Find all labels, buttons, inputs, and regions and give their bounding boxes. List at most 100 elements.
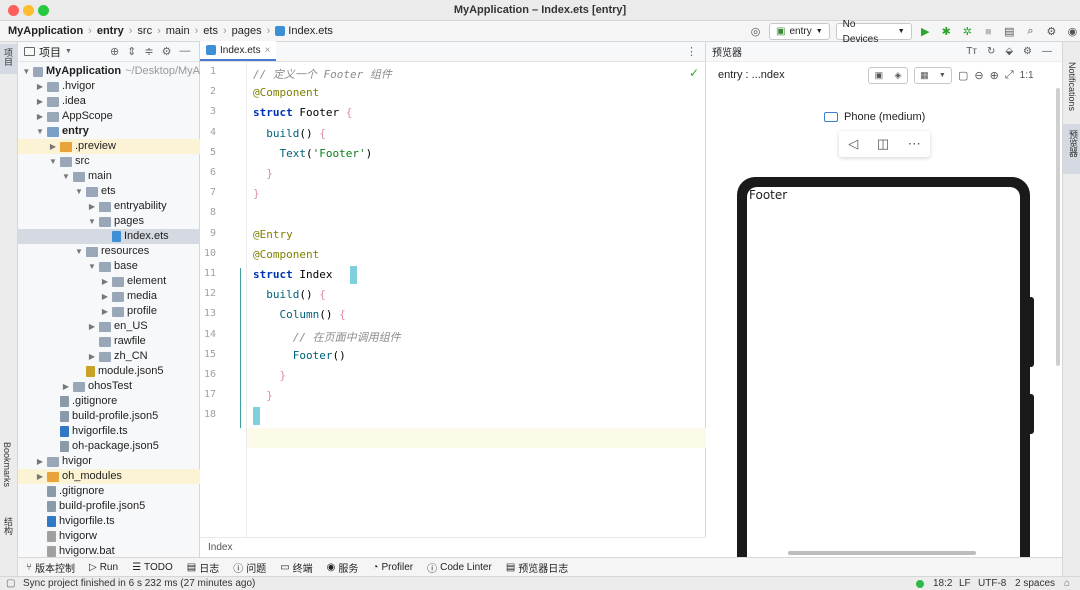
breadcrumb-item[interactable]: Index.ets bbox=[288, 25, 333, 37]
problems-button[interactable]: ⓘ 问题 bbox=[233, 560, 266, 575]
gear-icon[interactable]: ⚙ bbox=[162, 45, 172, 58]
tree-item[interactable]: ▼ MyApplication ~/Desktop/MyA bbox=[18, 64, 200, 79]
tree-item[interactable]: .gitignore bbox=[18, 484, 200, 499]
locate-icon[interactable]: ⊕ bbox=[110, 45, 119, 58]
tree-item[interactable]: Index.ets bbox=[18, 229, 200, 244]
device-manager-icon[interactable]: ▤ bbox=[1002, 24, 1017, 40]
collapse-all-icon[interactable]: ≑ bbox=[144, 45, 153, 58]
multi-device-select[interactable]: ▦ ▼ bbox=[914, 67, 952, 84]
code-linter-button[interactable]: ⓘ Code Linter bbox=[427, 560, 492, 575]
profiler-button[interactable]: ◔ Profiler bbox=[372, 562, 413, 573]
terminal-button[interactable]: ▭ 终端 bbox=[280, 560, 312, 575]
zoom-out-icon[interactable]: ⊖ bbox=[974, 69, 983, 82]
tree-item[interactable]: ▼ main bbox=[18, 169, 200, 184]
tree-item[interactable]: hvigorw bbox=[18, 529, 200, 544]
gear-icon[interactable]: ⚙ bbox=[1023, 46, 1032, 57]
fit-screen-icon[interactable]: ▢ bbox=[958, 69, 968, 82]
chevron-down-icon[interactable]: ▼ bbox=[22, 64, 31, 79]
previewer-log-button[interactable]: ▤ 预览器日志 bbox=[506, 560, 568, 575]
services-button[interactable]: ◉ 服务 bbox=[327, 560, 359, 575]
horizontal-scrollbar[interactable] bbox=[788, 551, 976, 555]
tree-item[interactable]: ▶ profile bbox=[18, 304, 200, 319]
chevron-right-icon[interactable]: ▶ bbox=[100, 274, 110, 289]
tree-item[interactable]: build-profile.json5 bbox=[18, 499, 200, 514]
fold-icon[interactable]: ◫ bbox=[877, 136, 889, 152]
tree-item[interactable]: .gitignore bbox=[18, 394, 200, 409]
breadcrumb-item[interactable]: ets bbox=[203, 25, 218, 37]
tree-item[interactable]: rawfile bbox=[18, 334, 200, 349]
tree-item[interactable]: ▼ ets bbox=[18, 184, 200, 199]
breadcrumb-item[interactable]: src bbox=[137, 25, 152, 37]
structure-tool-button[interactable]: 结构 bbox=[2, 517, 15, 535]
settings-icon[interactable]: ⚙ bbox=[1044, 24, 1059, 40]
chevron-right-icon[interactable]: ▶ bbox=[48, 139, 58, 154]
profile-icon[interactable]: ✲ bbox=[960, 24, 975, 40]
chevron-down-icon[interactable]: ▼ bbox=[87, 214, 97, 229]
file-encoding[interactable]: UTF-8 bbox=[978, 577, 1006, 590]
chevron-right-icon[interactable]: ▶ bbox=[35, 109, 45, 124]
tree-item[interactable]: module.json5 bbox=[18, 364, 200, 379]
chevron-right-icon[interactable]: ▶ bbox=[100, 304, 110, 319]
expand-all-icon[interactable]: ⇕ bbox=[127, 45, 136, 58]
log-button[interactable]: ▤ 日志 bbox=[187, 560, 219, 575]
breadcrumb-item[interactable]: main bbox=[166, 25, 190, 37]
chevron-right-icon[interactable]: ▶ bbox=[87, 199, 97, 214]
target-icon[interactable]: ◎ bbox=[748, 24, 763, 40]
tree-item[interactable]: ▶ hvigor bbox=[18, 454, 200, 469]
code-line[interactable]: } bbox=[253, 369, 287, 382]
font-size-icon[interactable]: Tт bbox=[966, 46, 977, 57]
tab-index-ets[interactable]: Index.ets × bbox=[200, 41, 277, 61]
tree-item[interactable]: ▼ src bbox=[18, 154, 200, 169]
code-line[interactable]: } bbox=[253, 167, 273, 180]
run-button[interactable]: ▷ Run bbox=[89, 562, 118, 573]
status-message[interactable]: Sync project finished in 6 s 232 ms (27 … bbox=[23, 577, 255, 590]
line-separator[interactable]: LF bbox=[959, 577, 971, 590]
code-line[interactable]: build() { bbox=[253, 288, 326, 301]
chevron-down-icon[interactable]: ▼ bbox=[74, 184, 84, 199]
search-icon[interactable]: ⌕ bbox=[1023, 24, 1038, 40]
chevron-right-icon[interactable]: ▶ bbox=[87, 319, 97, 334]
code-line[interactable]: build() { bbox=[253, 127, 326, 140]
chevron-down-icon[interactable]: ▼ bbox=[35, 124, 45, 139]
breadcrumb-item[interactable]: pages bbox=[232, 25, 262, 37]
previewer-tool-button[interactable]: 预览器 bbox=[1063, 124, 1080, 174]
phone-screen[interactable]: Footer bbox=[747, 187, 1020, 582]
assistant-icon[interactable]: ◉ bbox=[1065, 24, 1080, 40]
run-icon[interactable]: ▶ bbox=[918, 24, 933, 40]
indent-setting[interactable]: 2 spaces bbox=[1015, 577, 1055, 590]
code-line[interactable]: @Entry bbox=[253, 228, 293, 241]
code-line[interactable]: Column() { bbox=[253, 308, 346, 321]
bookmarks-tool-button[interactable]: Bookmarks bbox=[2, 442, 12, 487]
chevron-down-icon[interactable]: ▼ bbox=[48, 154, 58, 169]
code-line[interactable]: @Component bbox=[253, 248, 319, 261]
tree-item[interactable]: ▶ .hvigor bbox=[18, 79, 200, 94]
tree-item[interactable]: ▶ .idea bbox=[18, 94, 200, 109]
back-icon[interactable]: ◁ bbox=[848, 136, 858, 152]
layers-icon[interactable]: ◈ bbox=[894, 70, 901, 81]
code-line[interactable]: Footer() bbox=[253, 349, 346, 362]
code-line[interactable]: // 在页面中调用组件 bbox=[253, 329, 401, 345]
actual-size-icon[interactable]: 1:1 bbox=[1020, 70, 1034, 81]
more-icon[interactable]: ⋯ bbox=[908, 136, 921, 152]
hide-icon[interactable]: — bbox=[179, 45, 190, 58]
minimize-window-icon[interactable] bbox=[23, 5, 34, 16]
chevron-right-icon[interactable]: ▶ bbox=[35, 469, 45, 484]
tree-item[interactable]: ▶ oh_modules bbox=[18, 469, 200, 484]
component-mode-icon[interactable]: ▣ bbox=[875, 70, 884, 81]
chevron-down-icon[interactable]: ▼ bbox=[61, 169, 71, 184]
chevron-right-icon[interactable]: ▶ bbox=[100, 289, 110, 304]
tree-item[interactable]: hvigorfile.ts bbox=[18, 424, 200, 439]
module-select[interactable]: ▣ entry ▼ bbox=[769, 23, 830, 40]
inspector-icon[interactable]: ⬙ bbox=[1005, 46, 1013, 57]
chevron-down-icon[interactable]: ▼ bbox=[65, 48, 72, 55]
project-view-select[interactable]: 项目 bbox=[39, 44, 61, 60]
tree-item[interactable]: ▼ pages bbox=[18, 214, 200, 229]
tree-item[interactable]: ▶ zh_CN bbox=[18, 349, 200, 364]
code-line[interactable]: struct Index bbox=[253, 268, 339, 281]
code-line[interactable]: Text('Footer') bbox=[253, 147, 373, 160]
refresh-icon[interactable]: ↻ bbox=[987, 46, 995, 57]
tree-item[interactable]: ▶ AppScope bbox=[18, 109, 200, 124]
chevron-down-icon[interactable]: ▼ bbox=[87, 259, 97, 274]
debug-icon[interactable]: ✱ bbox=[939, 24, 954, 40]
zoom-in-icon[interactable]: ⊕ bbox=[990, 69, 999, 82]
